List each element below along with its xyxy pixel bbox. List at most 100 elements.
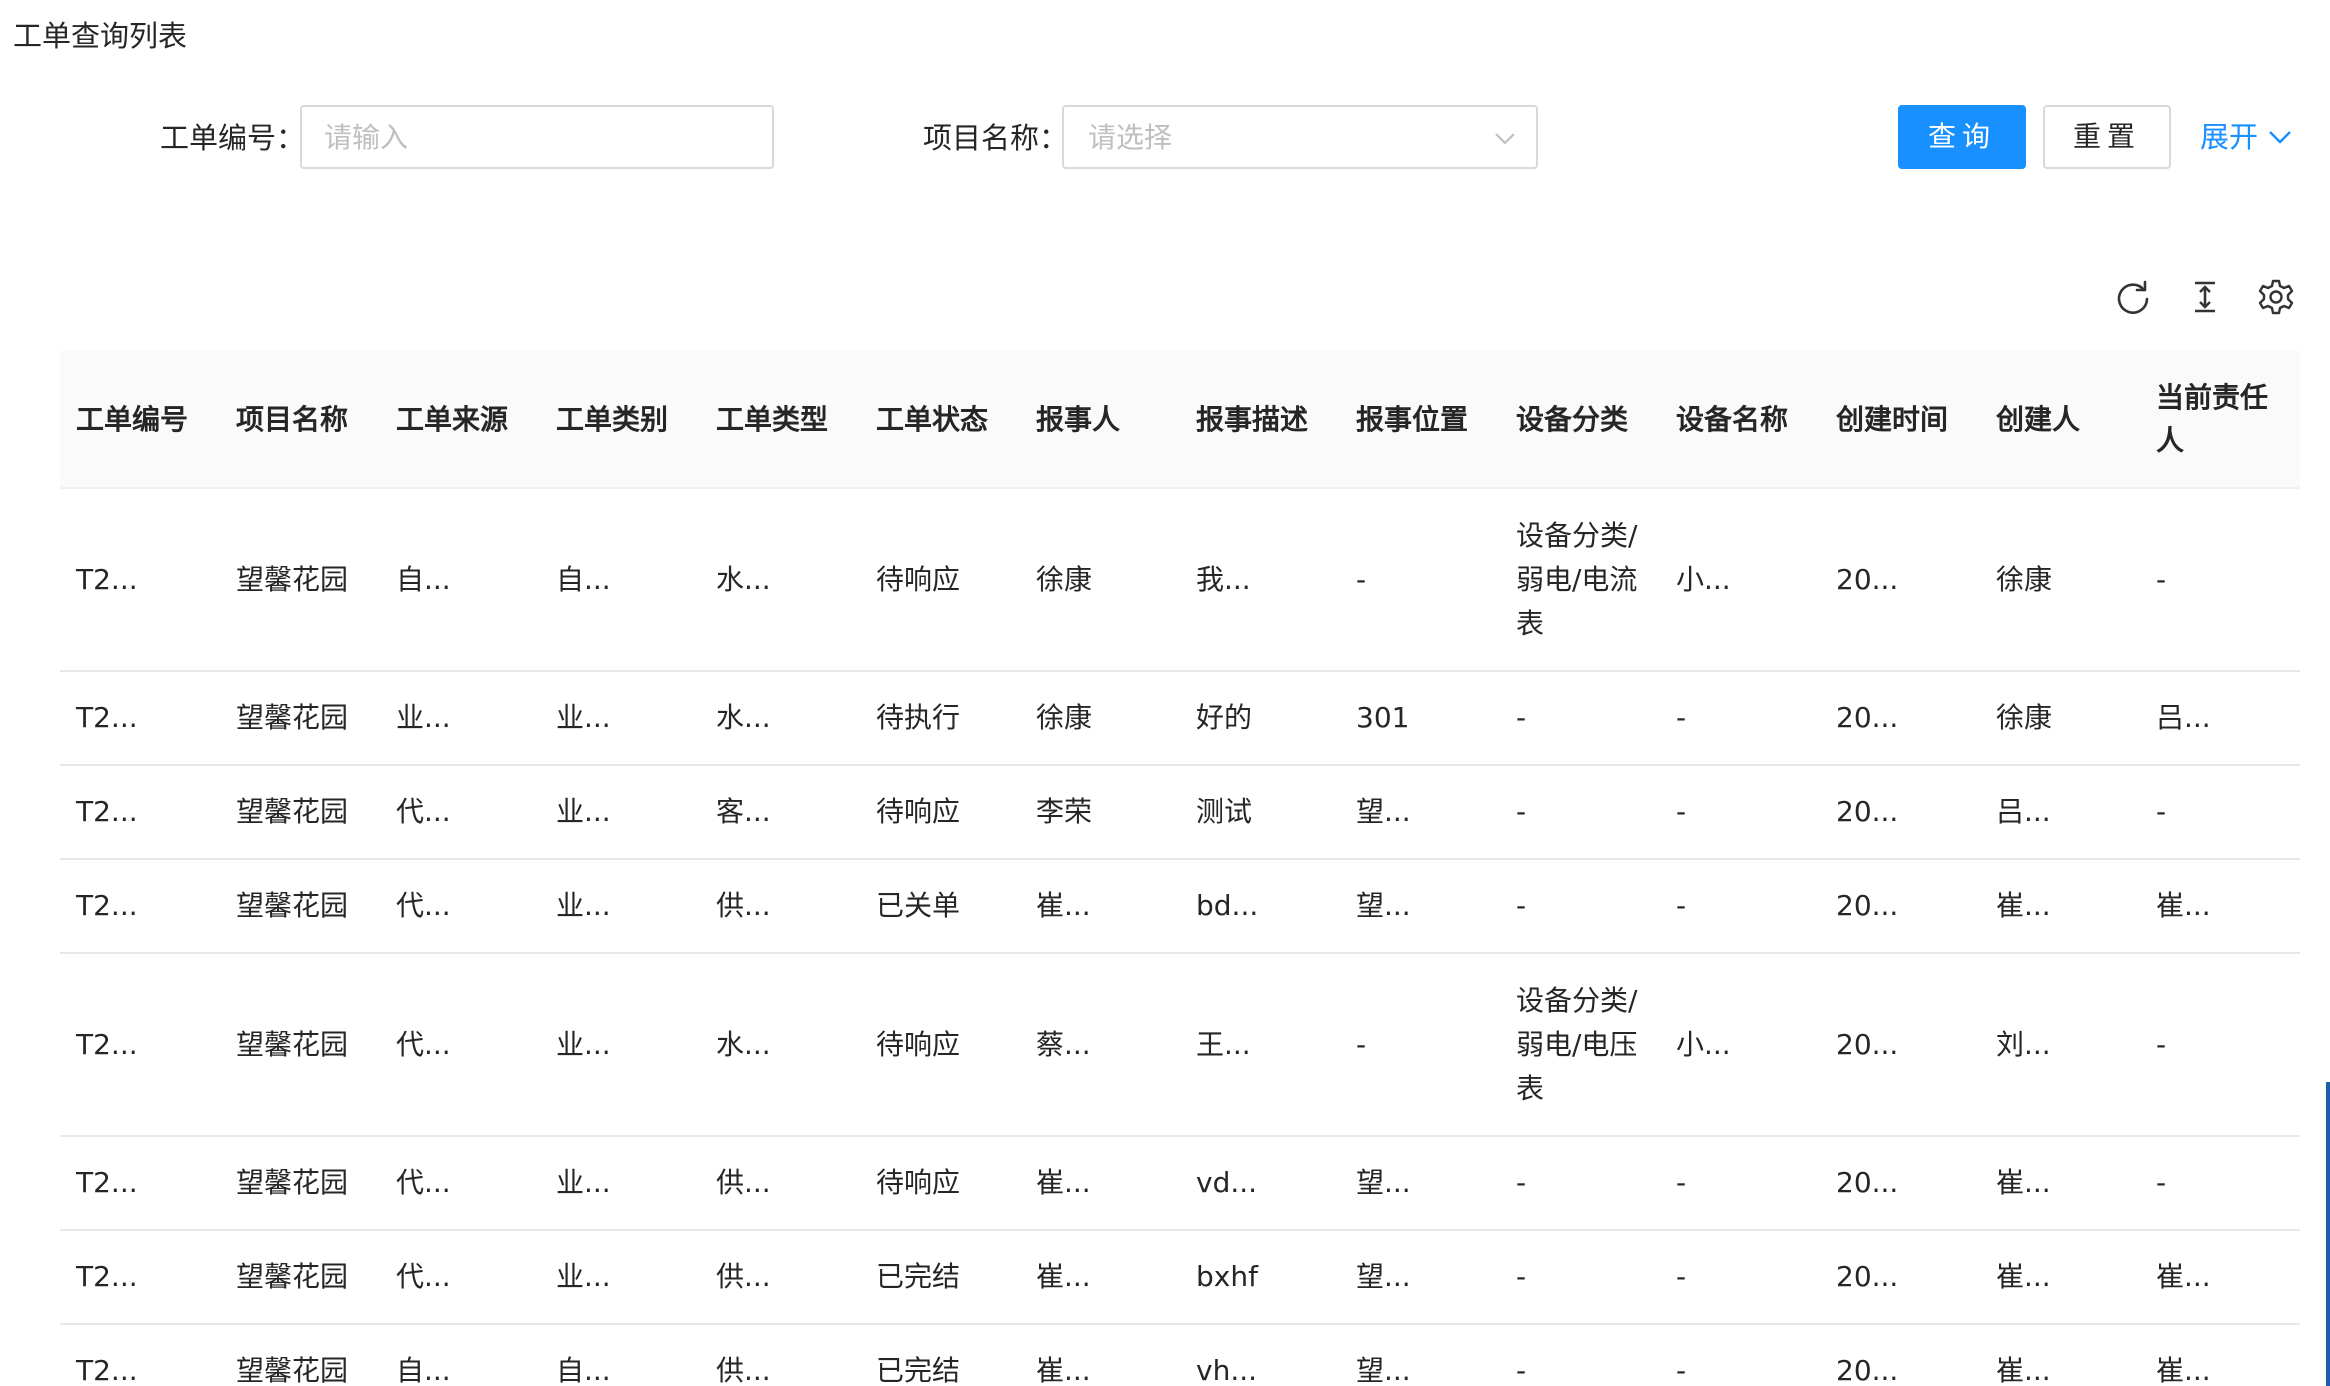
table-cell: 代... (380, 765, 540, 860)
table-cell: 待执行 (860, 671, 1020, 766)
table-cell: 待响应 (860, 765, 1020, 860)
table-cell: 供... (700, 1136, 860, 1231)
order-no-input[interactable] (300, 105, 774, 169)
table-cell: 客... (700, 765, 860, 860)
table-cell: 望馨花园 (220, 859, 380, 954)
table-cell: 代... (380, 859, 540, 954)
table-cell: 20... (1820, 765, 1980, 860)
reset-button[interactable]: 重置 (2043, 105, 2171, 169)
table-cell: - (1660, 859, 1820, 954)
table-cell: 望馨花园 (220, 488, 380, 672)
chevron-down-icon (2269, 131, 2291, 144)
table-cell: 设备分类/弱电/电流表 (1500, 488, 1660, 672)
table-cell: 望馨花园 (220, 1230, 380, 1325)
table-cell: - (1660, 1136, 1820, 1231)
table-cell: 崔... (1980, 1230, 2140, 1325)
table-row[interactable]: T2... 望馨花园 业... 业... 水... 待执行 徐康 好的 301- -20... 徐康… (60, 671, 2300, 766)
table-cell: 20... (1820, 859, 1980, 954)
table-cell: T2... (60, 671, 220, 766)
column-header[interactable]: 工单状态 (860, 351, 1020, 489)
column-header[interactable]: 创建人 (1980, 351, 2140, 489)
table-cell: 20... (1820, 1136, 1980, 1231)
table-row[interactable]: T2... 望馨花园 代... 业... 供... 待响应 崔... vd... 望... - -2… (60, 1136, 2300, 1231)
table-cell: 20... (1820, 488, 1980, 672)
table-cell: 测试 (1180, 765, 1340, 860)
table-cell: - (1500, 1136, 1660, 1231)
table-cell: T2... (60, 1136, 220, 1231)
column-header[interactable]: 创建时间 (1820, 351, 1980, 489)
table-cell: 20... (1820, 1230, 1980, 1325)
table-cell: - (1500, 765, 1660, 860)
query-button[interactable]: 查询 (1898, 105, 2026, 169)
table-cell: 业... (540, 765, 700, 860)
table-cell: 好的 (1180, 671, 1340, 766)
table-cell: - (1660, 1230, 1820, 1325)
table-row[interactable]: T2... 望馨花园 代... 业... 客... 待响应 李荣 测试 望... - -20... 吕… (60, 765, 2300, 860)
table-cell: 望... (1340, 1136, 1500, 1231)
column-header[interactable]: 当前责任人 (2140, 351, 2300, 489)
table-cell: 业... (540, 953, 700, 1137)
table-cell: - (2140, 488, 2300, 672)
table-cell: 崔... (1020, 1324, 1180, 1386)
table-cell: 吕... (2140, 671, 2300, 766)
table-cell: 代... (380, 1230, 540, 1325)
table-cell: 崔... (1980, 1136, 2140, 1231)
table-cell: 小... (1660, 488, 1820, 672)
column-header[interactable]: 工单编号 (60, 351, 220, 489)
column-header[interactable]: 工单来源 (380, 351, 540, 489)
column-header[interactable]: 项目名称 (220, 351, 380, 489)
table-cell: 崔... (2140, 859, 2300, 954)
table-cell: 业... (540, 671, 700, 766)
table-cell: 自... (380, 488, 540, 672)
table-cell: 崔... (1020, 1230, 1180, 1325)
table-cell: - (1660, 671, 1820, 766)
settings-icon[interactable] (2257, 278, 2295, 316)
table-cell: 供... (700, 1324, 860, 1386)
scrollbar[interactable] (2326, 1082, 2330, 1386)
column-header[interactable]: 设备名称 (1660, 351, 1820, 489)
column-header[interactable]: 工单类型 (700, 351, 860, 489)
table-cell: 20... (1820, 671, 1980, 766)
project-name-select[interactable]: 请选择 (1062, 105, 1538, 169)
table-cell: 自... (540, 1324, 700, 1386)
table-cell: 20... (1820, 953, 1980, 1137)
table-cell: 徐康 (1980, 488, 2140, 672)
table-cell: 望... (1340, 859, 1500, 954)
column-height-icon[interactable] (2186, 278, 2224, 316)
table-row[interactable]: T2... 望馨花园 自... 自... 水... 待响应 徐康 我... - 设备分类/弱电/电… (60, 488, 2300, 672)
column-header[interactable]: 报事描述 (1180, 351, 1340, 489)
table-cell: - (1660, 765, 1820, 860)
table-cell: 望... (1340, 1230, 1500, 1325)
page-title: 工单查询列表 (13, 19, 188, 53)
table-cell: 业... (540, 1230, 700, 1325)
table-cell: 徐康 (1980, 671, 2140, 766)
table-cell: - (1500, 1324, 1660, 1386)
table-cell: 水... (700, 671, 860, 766)
column-header[interactable]: 报事人 (1020, 351, 1180, 489)
table-cell: T2... (60, 488, 220, 672)
table-cell: 崔... (1020, 859, 1180, 954)
column-header[interactable]: 设备分类 (1500, 351, 1660, 489)
table-cell: 代... (380, 953, 540, 1137)
table-cell: - (2140, 953, 2300, 1137)
expand-label: 展开 (2200, 120, 2259, 154)
expand-toggle[interactable]: 展开 (2200, 116, 2292, 158)
table-cell: T2... (60, 1230, 220, 1325)
order-no-label: 工单编号： (160, 121, 306, 155)
table-cell: 望... (1340, 1324, 1500, 1386)
table-cell: - (1500, 671, 1660, 766)
work-order-table: 工单编号 项目名称 工单来源 工单类别 工单类型 工单状态 报事人 报事描述 报… (60, 351, 2300, 1386)
table-cell: - (1340, 488, 1500, 672)
table-row[interactable]: T2... 望馨花园 代... 业... 供... 已关单 崔... bd... 望... - -2… (60, 859, 2300, 954)
table-row[interactable]: T2... 望馨花园 自... 自... 供... 已完结 崔... vh... 望... - -2… (60, 1324, 2300, 1386)
table-cell: 设备分类/弱电/电压表 (1500, 953, 1660, 1137)
table-cell: 刘... (1980, 953, 2140, 1137)
project-name-label: 项目名称： (923, 121, 1069, 155)
column-header[interactable]: 报事位置 (1340, 351, 1500, 489)
refresh-icon[interactable] (2114, 278, 2152, 316)
table-cell: 业... (540, 1136, 700, 1231)
table-cell: 崔... (2140, 1324, 2300, 1386)
column-header[interactable]: 工单类别 (540, 351, 700, 489)
table-row[interactable]: T2... 望馨花园 代... 业... 水... 待响应 蔡... 王... - 设备分类/弱电… (60, 953, 2300, 1137)
table-row[interactable]: T2... 望馨花园 代... 业... 供... 已完结 崔... bxhf 望... - -20… (60, 1230, 2300, 1325)
